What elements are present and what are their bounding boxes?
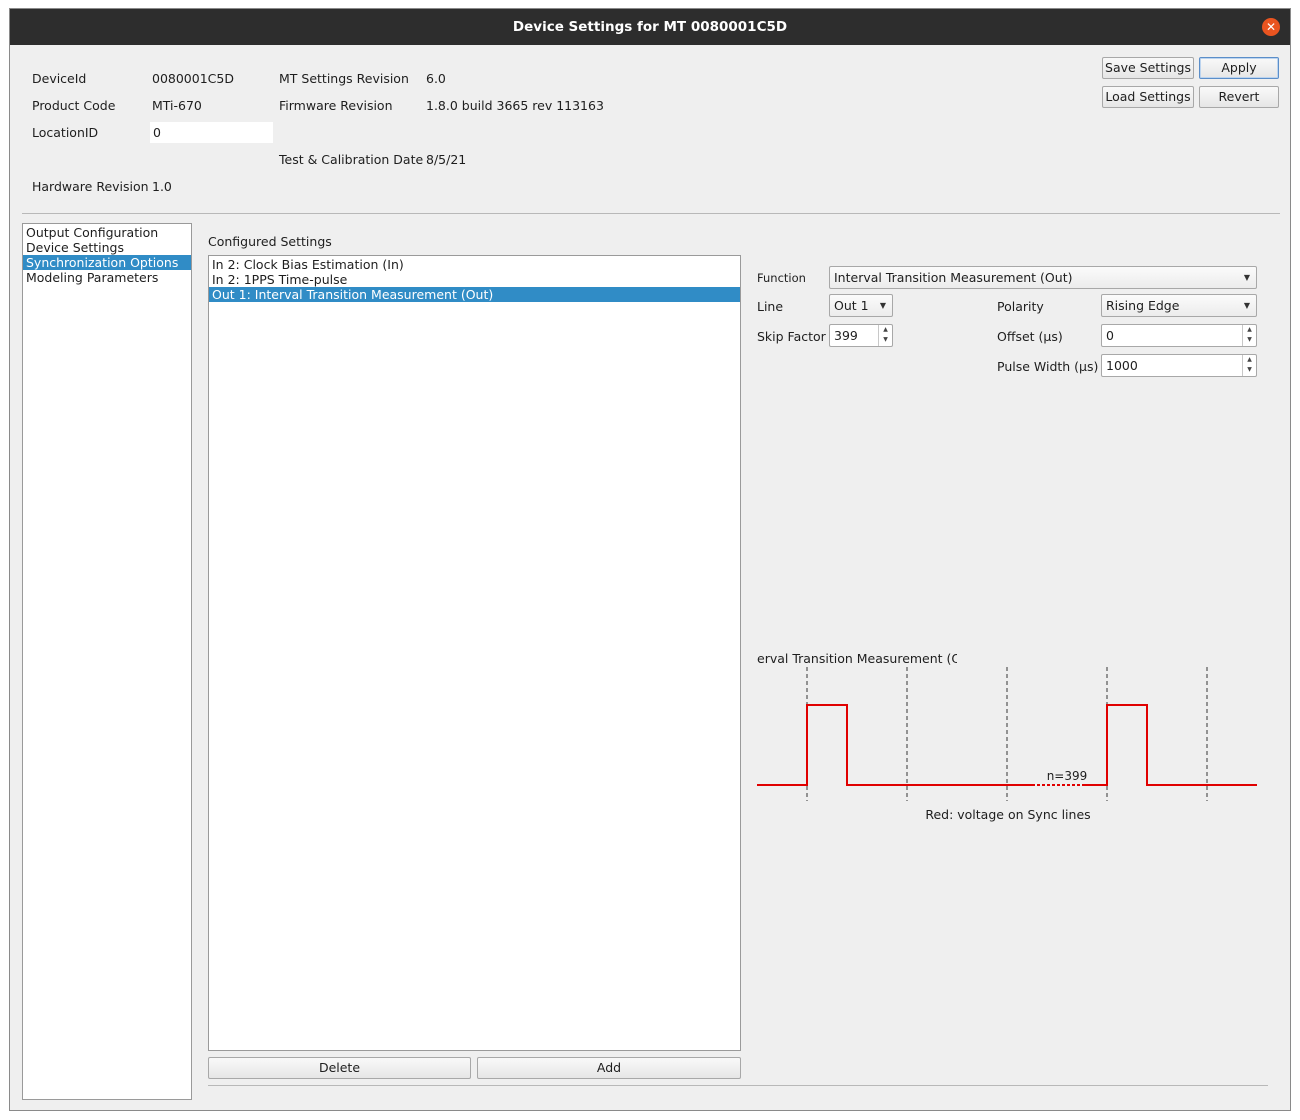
hardware-revision-label: Hardware Revision	[32, 179, 149, 194]
device-id-value: 0080001C5D	[152, 71, 234, 86]
diagram-caption: Red: voltage on Sync lines	[925, 807, 1091, 822]
configured-settings-list: In 2: Clock Bias Estimation (In) In 2: 1…	[208, 255, 741, 1051]
add-button[interactable]: Add	[477, 1057, 741, 1079]
nav-item-device-settings[interactable]: Device Settings	[23, 240, 191, 255]
device-id-label: DeviceId	[32, 71, 87, 86]
title-bar: Device Settings for MT 0080001C5D ✕	[10, 9, 1290, 45]
save-settings-button[interactable]: Save Settings	[1102, 57, 1194, 79]
list-item[interactable]: In 2: 1PPS Time-pulse	[209, 272, 740, 287]
list-item[interactable]: In 2: Clock Bias Estimation (In)	[209, 257, 740, 272]
mt-settings-revision-label: MT Settings Revision	[279, 71, 409, 86]
offset-value: 0	[1106, 328, 1114, 343]
spin-arrows-icon[interactable]: ▲ ▼	[1242, 355, 1256, 376]
polarity-select-value: Rising Edge	[1106, 298, 1180, 313]
window-title: Device Settings for MT 0080001C5D	[512, 19, 788, 35]
header-separator	[22, 213, 1280, 214]
close-icon[interactable]: ✕	[1262, 18, 1280, 36]
skip-factor-label: Skip Factor	[757, 329, 826, 344]
nav-item-output-configuration[interactable]: Output Configuration	[23, 225, 191, 240]
spin-arrows-icon[interactable]: ▲ ▼	[878, 325, 892, 346]
diagram-title: erval Transition Measurement (Ou	[757, 651, 957, 666]
sync-signal-line	[757, 704, 1032, 786]
pulse-width-spinbox[interactable]: 1000 ▲ ▼	[1101, 354, 1257, 377]
firmware-revision-label: Firmware Revision	[279, 98, 393, 113]
test-calibration-date-label: Test & Calibration Date	[279, 152, 424, 167]
polarity-select[interactable]: Rising Edge ▼	[1101, 294, 1257, 317]
chevron-down-icon: ▼	[1243, 273, 1250, 282]
function-label: Function	[757, 271, 806, 285]
device-settings-window: Device Settings for MT 0080001C5D ✕ Devi…	[9, 8, 1291, 1111]
firmware-revision-value: 1.8.0 build 3665 rev 113163	[426, 98, 604, 113]
line-select-value: Out 1	[834, 298, 869, 313]
revert-button[interactable]: Revert	[1199, 86, 1279, 108]
list-item[interactable]: Out 1: Interval Transition Measurement (…	[209, 287, 740, 302]
spin-arrows-icon[interactable]: ▲ ▼	[1242, 325, 1256, 346]
bottom-separator	[208, 1085, 1268, 1086]
hardware-revision-value: 1.0	[152, 179, 172, 194]
pulse-width-label: Pulse Width (µs)	[997, 359, 1099, 374]
offset-label: Offset (µs)	[997, 329, 1063, 344]
product-code-label: Product Code	[32, 98, 116, 113]
nav-item-synchronization-options[interactable]: Synchronization Options	[23, 255, 191, 270]
settings-nav-list: Output Configuration Device Settings Syn…	[22, 223, 192, 1100]
chevron-down-icon: ▼	[879, 301, 886, 310]
product-code-value: MTi-670	[152, 98, 202, 113]
skip-factor-spinbox[interactable]: 399 ▲ ▼	[829, 324, 893, 347]
skip-factor-value: 399	[834, 328, 858, 343]
function-select-value: Interval Transition Measurement (Out)	[834, 270, 1073, 285]
line-select[interactable]: Out 1 ▼	[829, 294, 893, 317]
delete-button[interactable]: Delete	[208, 1057, 471, 1079]
offset-spinbox[interactable]: 0 ▲ ▼	[1101, 324, 1257, 347]
skip-count-label: n=399	[1047, 769, 1088, 783]
sync-signal-line	[1082, 704, 1257, 786]
location-id-label: LocationID	[32, 125, 99, 140]
pulse-width-value: 1000	[1106, 358, 1138, 373]
polarity-label: Polarity	[997, 299, 1044, 314]
sync-timing-diagram: n=399	[757, 667, 1257, 801]
test-calibration-date-value: 8/5/21	[426, 152, 467, 167]
function-select[interactable]: Interval Transition Measurement (Out) ▼	[829, 266, 1257, 289]
configured-settings-label: Configured Settings	[208, 234, 332, 249]
nav-item-modeling-parameters[interactable]: Modeling Parameters	[23, 270, 191, 285]
mt-settings-revision-value: 6.0	[426, 71, 446, 86]
location-id-input[interactable]: 0	[150, 122, 273, 143]
chevron-down-icon: ▼	[1243, 301, 1250, 310]
apply-button[interactable]: Apply	[1199, 57, 1279, 79]
load-settings-button[interactable]: Load Settings	[1102, 86, 1194, 108]
line-label: Line	[757, 299, 784, 314]
